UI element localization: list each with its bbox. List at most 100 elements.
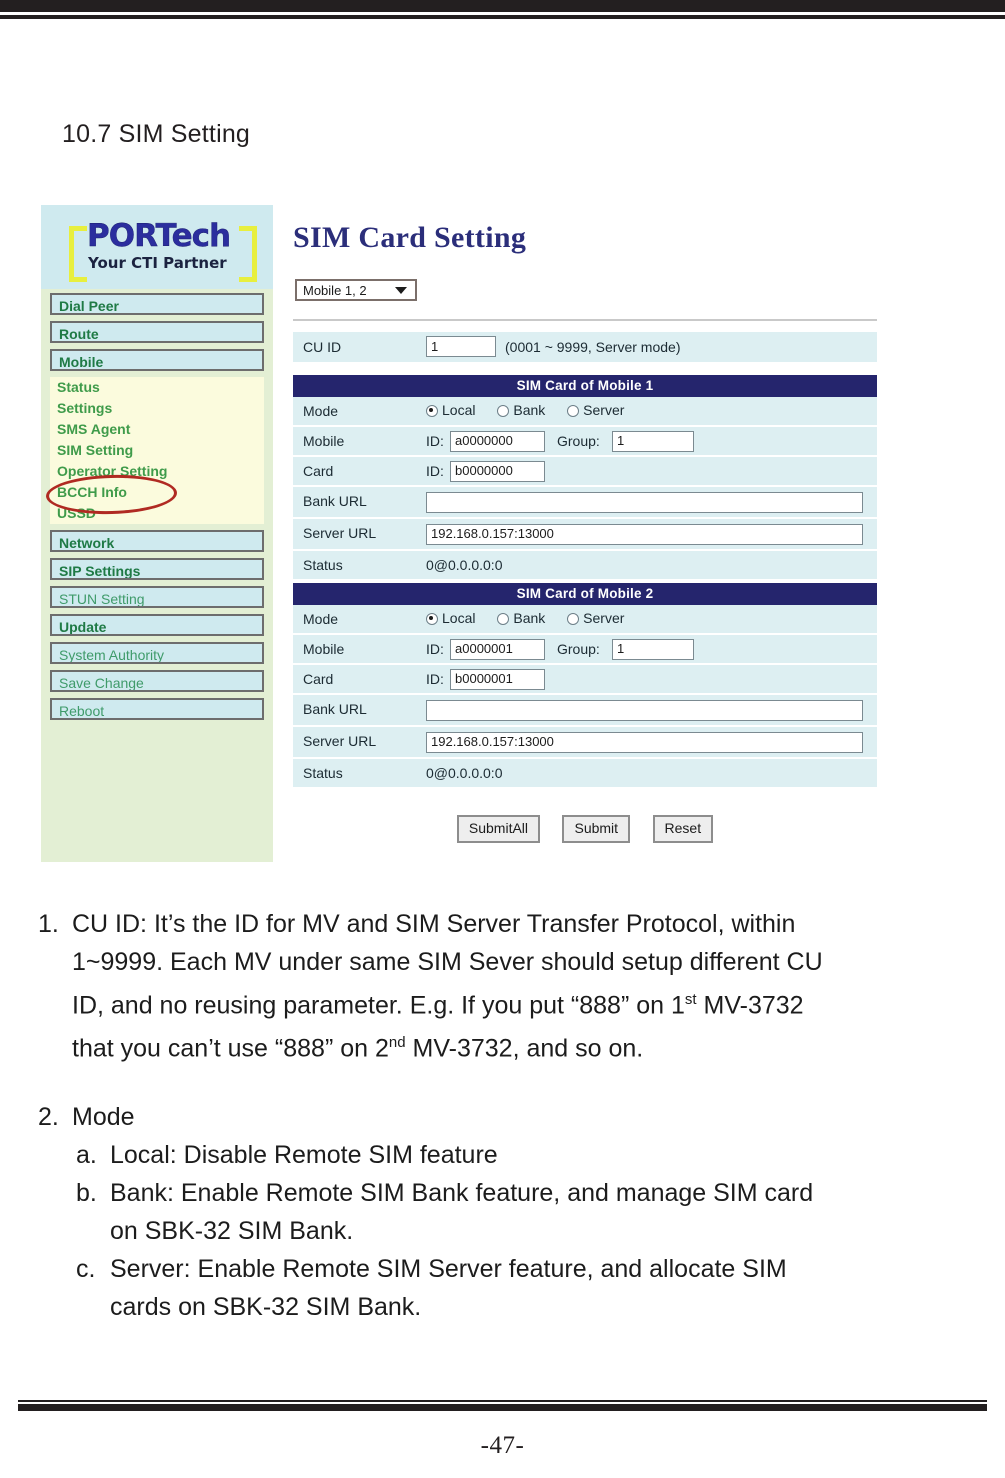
status-label-1: Status — [303, 557, 343, 573]
mode-row-2: Mode Local Bank Server — [293, 605, 877, 635]
sim-card-setting-title: SIM Card Setting — [293, 221, 527, 254]
cu-id-row: CU ID 1 (0001 ~ 9999, Server mode) — [293, 332, 877, 362]
sidebar-item-stun-setting[interactable]: STUN Setting — [50, 586, 264, 608]
mobile-id-input-1[interactable]: a0000000 — [450, 431, 545, 452]
server-url-input-1[interactable]: 192.168.0.157:13000 — [426, 524, 863, 545]
bank-url-input-1[interactable] — [426, 492, 863, 513]
mobile-id-row-2: Mobile ID: a0000001 Group: 1 — [293, 635, 877, 665]
sidebar-nav-list: Dial Peer Route Mobile Status Settings S… — [41, 293, 273, 726]
card-id-row-1: Card ID: b0000000 — [293, 457, 877, 487]
sidebar-item-network[interactable]: Network — [50, 530, 264, 552]
sidebar-item-status[interactable]: Status — [50, 377, 264, 398]
mobile-select-value: Mobile 1, 2 — [303, 283, 367, 298]
mobile-select-dropdown[interactable]: Mobile 1, 2 — [295, 279, 417, 301]
mode-radio-group-2: Local Bank Server — [426, 610, 642, 626]
server-url-row-2: Server URL 192.168.0.157:13000 — [293, 727, 877, 759]
sidebar: PORTech Your CTI Partner Dial Peer Route… — [41, 205, 273, 862]
item2c-line1: Server: Enable Remote SIM Server feature… — [110, 1254, 787, 1283]
sidebar-item-bcch-info[interactable]: BCCH Info — [50, 482, 264, 503]
list-marker-2b: b. — [76, 1178, 97, 1207]
sidebar-item-sms-agent[interactable]: SMS Agent — [50, 419, 264, 440]
mode-radio-bank-2[interactable]: Bank — [497, 610, 545, 626]
mode-radio-server-label-1: Server — [583, 402, 625, 418]
mode-radio-bank-label-1: Bank — [513, 402, 546, 418]
group-input-2[interactable]: 1 — [612, 639, 694, 660]
sidebar-item-system-authority[interactable]: System Authority — [50, 642, 264, 664]
item2b-line2: on SBK-32 SIM Bank. — [110, 1216, 354, 1245]
list-marker-1: 1. — [38, 910, 59, 938]
item1-line2: 1~9999. Each MV under same SIM Sever sho… — [72, 948, 823, 976]
mode-radio-server-2[interactable]: Server — [567, 610, 624, 626]
chevron-down-icon — [395, 287, 407, 294]
mode-row-1: Mode Local Bank Server — [293, 397, 877, 427]
bank-url-row-2: Bank URL — [293, 695, 877, 727]
card-label-1: Card — [303, 463, 334, 479]
status-row-2: Status 0@0.0.0.0:0 — [293, 759, 877, 789]
submit-button[interactable]: Submit — [562, 815, 631, 843]
submit-all-button[interactable]: SubmitAll — [456, 815, 541, 843]
list-item-2b: b. Bank: Enable Remote SIM Bank feature,… — [38, 1174, 968, 1250]
sidebar-item-sim-setting[interactable]: SIM Setting — [50, 440, 264, 461]
status-label-2: Status — [303, 765, 343, 781]
card-id-prefix-2: ID: — [426, 671, 444, 687]
mode-radio-local-1[interactable]: Local — [426, 402, 475, 418]
mobile-id-input-2[interactable]: a0000001 — [450, 639, 545, 660]
embedded-web-ui-screenshot: PORTech Your CTI Partner Dial Peer Route… — [41, 205, 881, 865]
item1-line4a: that you can’t use “888” on 2 — [72, 1034, 389, 1063]
list-item-2a-text: Local: Disable Remote SIM feature — [110, 1140, 498, 1169]
mode-radio-bank-1[interactable]: Bank — [497, 402, 545, 418]
logo-bracket-left-icon — [69, 226, 87, 282]
action-button-row: SubmitAll Submit Reset — [293, 815, 877, 843]
server-url-label-1: Server URL — [303, 525, 377, 541]
mode-radio-local-label-2: Local — [442, 610, 476, 626]
page-title: 10.7 SIM Setting — [62, 120, 251, 148]
mode-radio-server-label-2: Server — [583, 610, 625, 626]
logo-banner: PORTech Your CTI Partner — [41, 205, 273, 289]
radio-unselected-icon — [567, 613, 580, 625]
sim-card-mobile-2-header: SIM Card of Mobile 2 — [293, 583, 877, 605]
card-id-row-2: Card ID: b0000001 — [293, 665, 877, 695]
sim-card-mobile-2-table: SIM Card of Mobile 2 Mode Local Bank Ser… — [293, 583, 877, 789]
sidebar-item-save-change[interactable]: Save Change — [50, 670, 264, 692]
radio-unselected-icon — [567, 405, 580, 417]
mode-radio-server-1[interactable]: Server — [567, 402, 624, 418]
radio-selected-icon — [426, 405, 438, 417]
page-top-rule-thin — [0, 15, 1005, 19]
status-value-1: 0@0.0.0.0:0 — [426, 557, 503, 573]
card-id-input-1[interactable]: b0000000 — [450, 461, 545, 482]
card-label-2: Card — [303, 671, 334, 687]
mode-radio-local-2[interactable]: Local — [426, 610, 475, 626]
sidebar-item-settings[interactable]: Settings — [50, 398, 264, 419]
mobile-label-1: Mobile — [303, 433, 345, 449]
sidebar-item-update[interactable]: Update — [50, 614, 264, 636]
sidebar-item-reboot[interactable]: Reboot — [50, 698, 264, 720]
mobile-id-prefix-2: ID: — [426, 641, 444, 657]
mode-label-2: Mode — [303, 611, 339, 627]
portech-logo: PORTech Your CTI Partner — [61, 218, 261, 282]
sidebar-item-sip-settings[interactable]: SIP Settings — [50, 558, 264, 580]
cu-id-input[interactable]: 1 — [426, 336, 496, 357]
list-marker-2: 2. — [38, 1102, 59, 1131]
sidebar-item-dial-peer[interactable]: Dial Peer — [50, 293, 264, 315]
mode-radio-bank-label-2: Bank — [513, 610, 546, 626]
cu-id-label: CU ID — [303, 339, 342, 355]
radio-unselected-icon — [497, 405, 510, 417]
bank-url-row-1: Bank URL — [293, 487, 877, 519]
list-item-2b-text: Bank: Enable Remote SIM Bank feature, an… — [110, 1174, 968, 1250]
reset-button[interactable]: Reset — [652, 815, 714, 843]
server-url-label-2: Server URL — [303, 733, 377, 749]
bank-url-input-2[interactable] — [426, 700, 863, 721]
mobile-id-prefix-1: ID: — [426, 433, 444, 449]
logo-bracket-right-icon — [239, 226, 257, 282]
card-id-input-2[interactable]: b0000001 — [450, 669, 545, 690]
sidebar-item-mobile[interactable]: Mobile — [50, 349, 264, 371]
sidebar-item-ussd[interactable]: USSD — [50, 503, 264, 524]
status-row-1: Status 0@0.0.0.0:0 — [293, 551, 877, 581]
group-input-1[interactable]: 1 — [612, 431, 694, 452]
mode-label-1: Mode — [303, 403, 339, 419]
sidebar-item-operator-setting[interactable]: Operator Setting — [50, 461, 264, 482]
sidebar-item-route[interactable]: Route — [50, 321, 264, 343]
page-top-rule-thick — [0, 0, 1005, 12]
server-url-input-2[interactable]: 192.168.0.157:13000 — [426, 732, 863, 753]
